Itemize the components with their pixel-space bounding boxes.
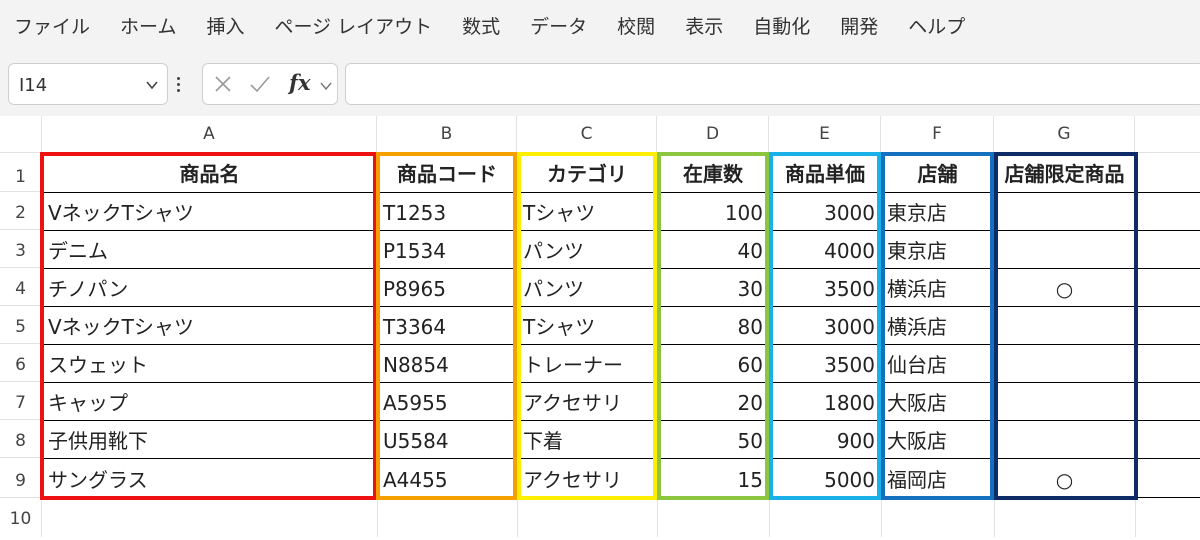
chevron-down-icon[interactable] bbox=[145, 77, 159, 96]
menu-automate[interactable]: 自動化 bbox=[753, 12, 810, 39]
chevron-down-icon[interactable] bbox=[319, 78, 333, 97]
formula-input[interactable] bbox=[345, 63, 1200, 105]
name-box[interactable]: I14 bbox=[8, 63, 168, 105]
gridline bbox=[377, 498, 378, 537]
highlight-frame-column-d bbox=[657, 152, 769, 500]
row-header-8[interactable]: 8 bbox=[0, 420, 41, 458]
column-header-d[interactable]: D bbox=[657, 116, 769, 152]
name-box-value: I14 bbox=[19, 75, 48, 96]
gridline bbox=[994, 498, 995, 537]
menu-page-layout[interactable]: ページ レイアウト bbox=[274, 12, 432, 39]
row-header-1[interactable]: 1 bbox=[0, 154, 41, 192]
row-header-10[interactable]: 10 bbox=[0, 498, 41, 537]
gridline bbox=[657, 498, 658, 537]
menu-developer[interactable]: 開発 bbox=[840, 12, 878, 39]
row-header-2[interactable]: 2 bbox=[0, 192, 41, 230]
menu-file[interactable]: ファイル bbox=[14, 12, 90, 39]
highlight-frame-column-e bbox=[769, 152, 881, 500]
row-header-9[interactable]: 9 bbox=[0, 458, 41, 498]
menu-help[interactable]: ヘルプ bbox=[908, 12, 965, 39]
menu-review[interactable]: 校閲 bbox=[617, 12, 655, 39]
highlight-frame-column-c bbox=[517, 152, 657, 500]
vertical-dots-icon[interactable] bbox=[177, 74, 181, 95]
row-header-3[interactable]: 3 bbox=[0, 230, 41, 268]
column-header-h[interactable] bbox=[1135, 116, 1200, 152]
column-header-b[interactable]: B bbox=[377, 116, 517, 152]
column-header-a[interactable]: A bbox=[42, 116, 377, 152]
highlight-frame-column-b bbox=[376, 152, 517, 500]
gridline bbox=[517, 498, 518, 537]
column-header-e[interactable]: E bbox=[769, 116, 881, 152]
row-header-6[interactable]: 6 bbox=[0, 344, 41, 382]
gridline bbox=[769, 498, 770, 537]
menu-formulas[interactable]: 数式 bbox=[462, 12, 500, 39]
insert-function-button[interactable]: fx bbox=[289, 70, 311, 95]
formula-buttons: fx bbox=[202, 63, 338, 105]
menu-insert[interactable]: 挿入 bbox=[206, 12, 244, 39]
menu-home[interactable]: ホーム bbox=[120, 12, 176, 39]
highlight-frame-column-f bbox=[881, 152, 994, 500]
menu-data[interactable]: データ bbox=[530, 12, 587, 39]
select-all-corner[interactable] bbox=[0, 116, 42, 152]
checkmark-icon[interactable] bbox=[249, 74, 271, 98]
highlight-frame-column-g bbox=[994, 152, 1138, 500]
row-header-7[interactable]: 7 bbox=[0, 382, 41, 420]
column-header-f[interactable]: F bbox=[881, 116, 994, 152]
column-header-g[interactable]: G bbox=[994, 116, 1135, 152]
gridline bbox=[881, 498, 882, 537]
column-header-c[interactable]: C bbox=[517, 116, 657, 152]
formula-bar: I14 fx bbox=[0, 50, 1200, 116]
menu-bar: ファイル ホーム 挿入 ページ レイアウト 数式 データ 校閲 表示 自動化 開… bbox=[0, 0, 1200, 50]
highlight-frame-column-a bbox=[40, 152, 377, 500]
row-header-4[interactable]: 4 bbox=[0, 268, 41, 306]
cancel-x-icon[interactable] bbox=[213, 74, 233, 98]
row-header-5[interactable]: 5 bbox=[0, 306, 41, 344]
menu-view[interactable]: 表示 bbox=[685, 12, 723, 39]
